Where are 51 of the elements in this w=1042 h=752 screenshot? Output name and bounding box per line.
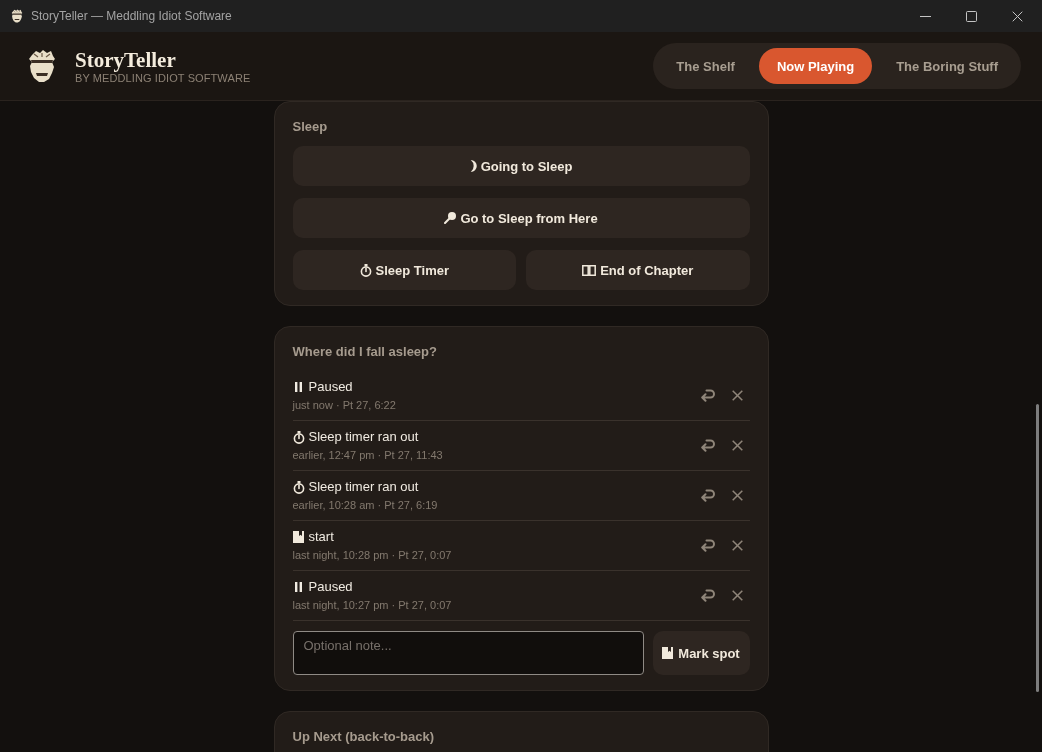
sleep-button[interactable]: Go to Sleep from Here [292, 198, 750, 238]
stopwatch-icon [292, 480, 305, 494]
entry-title: start [308, 528, 334, 546]
return-arrow-icon [700, 489, 715, 502]
return-arrow-icon [700, 539, 715, 552]
entry-meta: earlier, 12:47 pm · Pt 27, 11:43 [292, 448, 444, 463]
entry-meta: earlier, 10:28 am · Pt 27, 6:19 [292, 498, 439, 513]
entry-meta: just now · Pt 27, 6:22 [292, 398, 397, 413]
nav-tab[interactable]: Now Playing [758, 48, 873, 84]
pause-icon [295, 382, 302, 392]
close-icon [732, 440, 743, 451]
moon-icon [469, 160, 477, 172]
bookmark-icon [662, 647, 674, 659]
entry-title: Paused [308, 378, 353, 396]
mascot-icon [11, 9, 23, 23]
entry-title: Sleep timer ran out [308, 428, 419, 446]
sleep-button[interactable]: Going to Sleep [292, 146, 750, 186]
mascot-icon [28, 49, 56, 83]
entry-meta: last night, 10:27 pm · Pt 27, 0:07 [292, 598, 453, 613]
entry-meta: last night, 10:28 pm · Pt 27, 0:07 [292, 548, 453, 563]
scrollbar-thumb[interactable] [1036, 404, 1039, 692]
nav-tab[interactable]: The Shelf [658, 48, 753, 84]
app-tagline: BY MEDDLING IDIOT SOFTWARE [75, 71, 251, 85]
entry-title: Paused [308, 578, 353, 596]
stopwatch-icon [292, 430, 305, 444]
nav-tab[interactable]: The Boring Stuff [878, 48, 1016, 84]
window-title: StoryTeller — Meddling Idiot Software [31, 8, 233, 24]
card-title: Where did I fall asleep? [292, 343, 438, 360]
close-icon [1011, 10, 1023, 22]
sleep-button[interactable]: End of Chapter [526, 250, 750, 290]
return-arrow-icon [700, 589, 715, 602]
maximize-icon [965, 10, 977, 22]
book-icon [582, 264, 597, 276]
mark-spot-button[interactable]: Mark spot [652, 631, 750, 675]
pause-icon [295, 582, 302, 592]
app-title: StoryTeller [75, 47, 177, 72]
stopwatch-icon [359, 263, 372, 277]
minimize-icon [919, 15, 931, 17]
card-title: Sleep [292, 118, 329, 135]
bookmark-icon [293, 531, 304, 543]
sleep-button[interactable]: Sleep Timer [292, 250, 516, 290]
entry-title: Sleep timer ran out [308, 478, 419, 496]
card-title: Up Next (back-to-back) [292, 728, 436, 745]
return-arrow-icon [700, 389, 715, 402]
pin-icon [444, 212, 457, 224]
close-icon [732, 590, 743, 601]
close-icon [732, 540, 743, 551]
note-field[interactable]: Optional note... [292, 631, 644, 675]
close-icon [732, 490, 743, 501]
return-arrow-icon [700, 439, 715, 452]
close-icon [732, 390, 743, 401]
